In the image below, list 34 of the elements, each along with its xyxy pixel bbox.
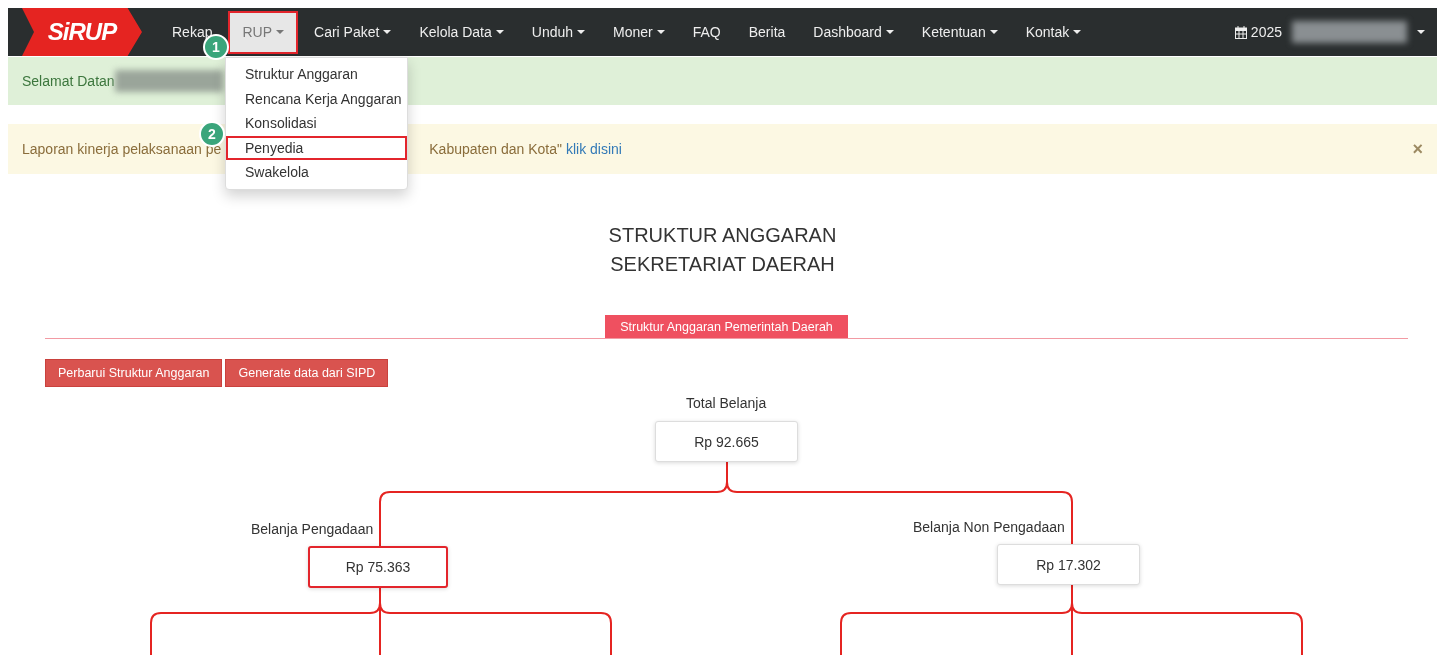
node-box[interactable]: Rp 17.302 — [997, 544, 1140, 585]
menu-item[interactable]: Swakelola — [226, 160, 407, 185]
node-box[interactable]: Rp 75.363 — [308, 546, 448, 588]
logo[interactable]: SiRUP — [22, 8, 142, 56]
nav-item[interactable]: Dashboard — [813, 19, 894, 45]
page-title: STRUKTUR ANGGARAN — [607, 223, 838, 248]
notice-link[interactable]: klik disini — [565, 141, 622, 157]
menu-item[interactable]: Rencana Kerja Anggaran — [226, 86, 407, 111]
node-label: Total Belanja — [686, 395, 767, 411]
nav-item[interactable]: Moner — [613, 19, 665, 45]
calendar-icon — [1234, 25, 1247, 39]
nav-item[interactable]: Kelola Data — [419, 19, 504, 45]
page-title: SEKRETARIAT DAERAH — [609, 252, 836, 277]
menu-item[interactable]: Struktur Anggaran — [226, 62, 407, 87]
tab[interactable]: Struktur Anggaran Pemerintah Daerah — [605, 315, 848, 338]
notice-text: Kabupaten dan Kota" — [429, 141, 562, 157]
caret-icon — [1417, 30, 1425, 34]
nav-item[interactable]: RUP — [228, 10, 299, 54]
nav-item[interactable]: Cari Paket — [314, 19, 392, 45]
nav-item[interactable]: Unduh — [531, 19, 586, 45]
action-button[interactable]: Generate data dari SIPD — [225, 359, 389, 387]
step-badge: 2 — [199, 121, 225, 147]
node-box[interactable]: Rp 92.665 — [655, 421, 798, 462]
nav-item[interactable]: Kontak — [1025, 19, 1082, 45]
menu-item[interactable]: Penyedia — [226, 135, 407, 160]
welcome-text: Selamat Datan — [22, 73, 115, 89]
nav-item[interactable]: FAQ — [692, 19, 721, 45]
menu-item[interactable]: Konsolidasi — [226, 111, 407, 136]
nav-item[interactable]: Berita — [748, 19, 786, 45]
node-label: Belanja Pengadaan — [251, 521, 374, 537]
action-button[interactable]: Perbarui Struktur Anggaran — [45, 359, 223, 387]
year-selector[interactable]: 2025 — [1234, 24, 1282, 40]
node-label: Belanja Non Pengadaan — [913, 519, 1065, 535]
nav-item[interactable]: Ketentuan — [921, 19, 998, 45]
